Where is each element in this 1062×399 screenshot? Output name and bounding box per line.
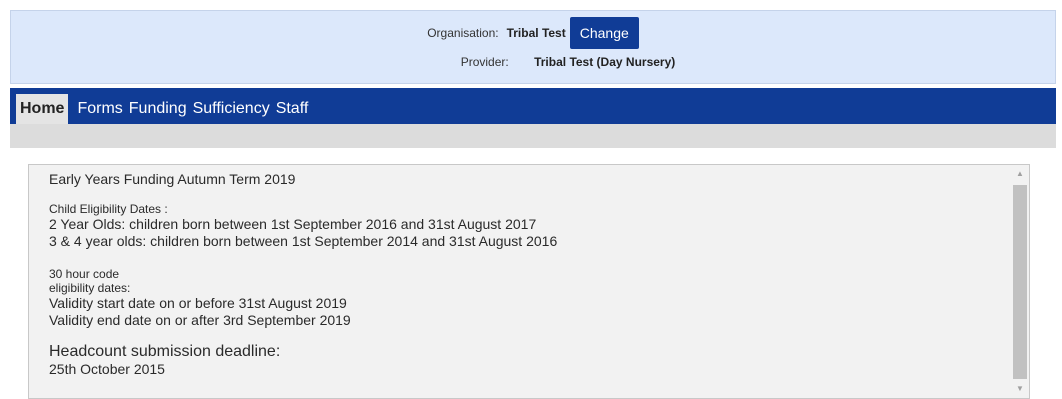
headcount-heading: Headcount submission deadline: [49,343,281,360]
validity-start: Validity start date on or before 31st Au… [49,295,347,311]
sub-nav-bar [10,124,1056,148]
provider-row: Provider: Tribal Test (Day Nursery) [11,55,1055,69]
code-heading: 30 hour code [49,267,120,281]
nav-item-sufficiency[interactable]: Sufficiency [190,94,273,124]
triangle-up-icon[interactable]: ▲ [1011,165,1029,183]
code-heading: eligibility dates: [49,281,131,295]
organisation-row: Organisation: Tribal Test Change [11,17,1055,49]
main-nav: Home Forms Funding Sufficiency Staff [10,88,1056,124]
provider-value: Tribal Test (Day Nursery) [534,55,676,69]
organisation-value: Tribal Test [506,26,566,40]
scrollbar-thumb[interactable] [1013,185,1027,379]
org-header: Organisation: Tribal Test Change Provide… [10,10,1056,84]
eligibility-line: 3 & 4 year olds: children born between 1… [49,233,558,249]
nav-item-forms[interactable]: Forms [74,94,125,124]
announcement-content: Early Years Funding Autumn Term 2019 Chi… [49,171,1009,378]
nav-item-funding[interactable]: Funding [126,94,190,124]
announcement-panel: Early Years Funding Autumn Term 2019 Chi… [28,164,1030,399]
organisation-label: Organisation: [427,26,499,40]
headcount-date: 25th October 2015 [49,361,165,377]
nav-item-home[interactable]: Home [16,94,69,124]
change-organisation-button[interactable]: Change [569,17,639,49]
eligibility-heading: Child Eligibility Dates : [49,202,168,216]
triangle-down-icon[interactable]: ▼ [1011,380,1029,398]
validity-end: Validity end date on or after 3rd Septem… [49,312,351,328]
announcement-title: Early Years Funding Autumn Term 2019 [49,171,296,187]
provider-label: Provider: [460,55,509,69]
content-scrollbar[interactable]: ▲ ▼ [1011,165,1029,398]
nav-item-staff[interactable]: Staff [273,94,312,124]
eligibility-line: 2 Year Olds: children born between 1st S… [49,216,537,232]
